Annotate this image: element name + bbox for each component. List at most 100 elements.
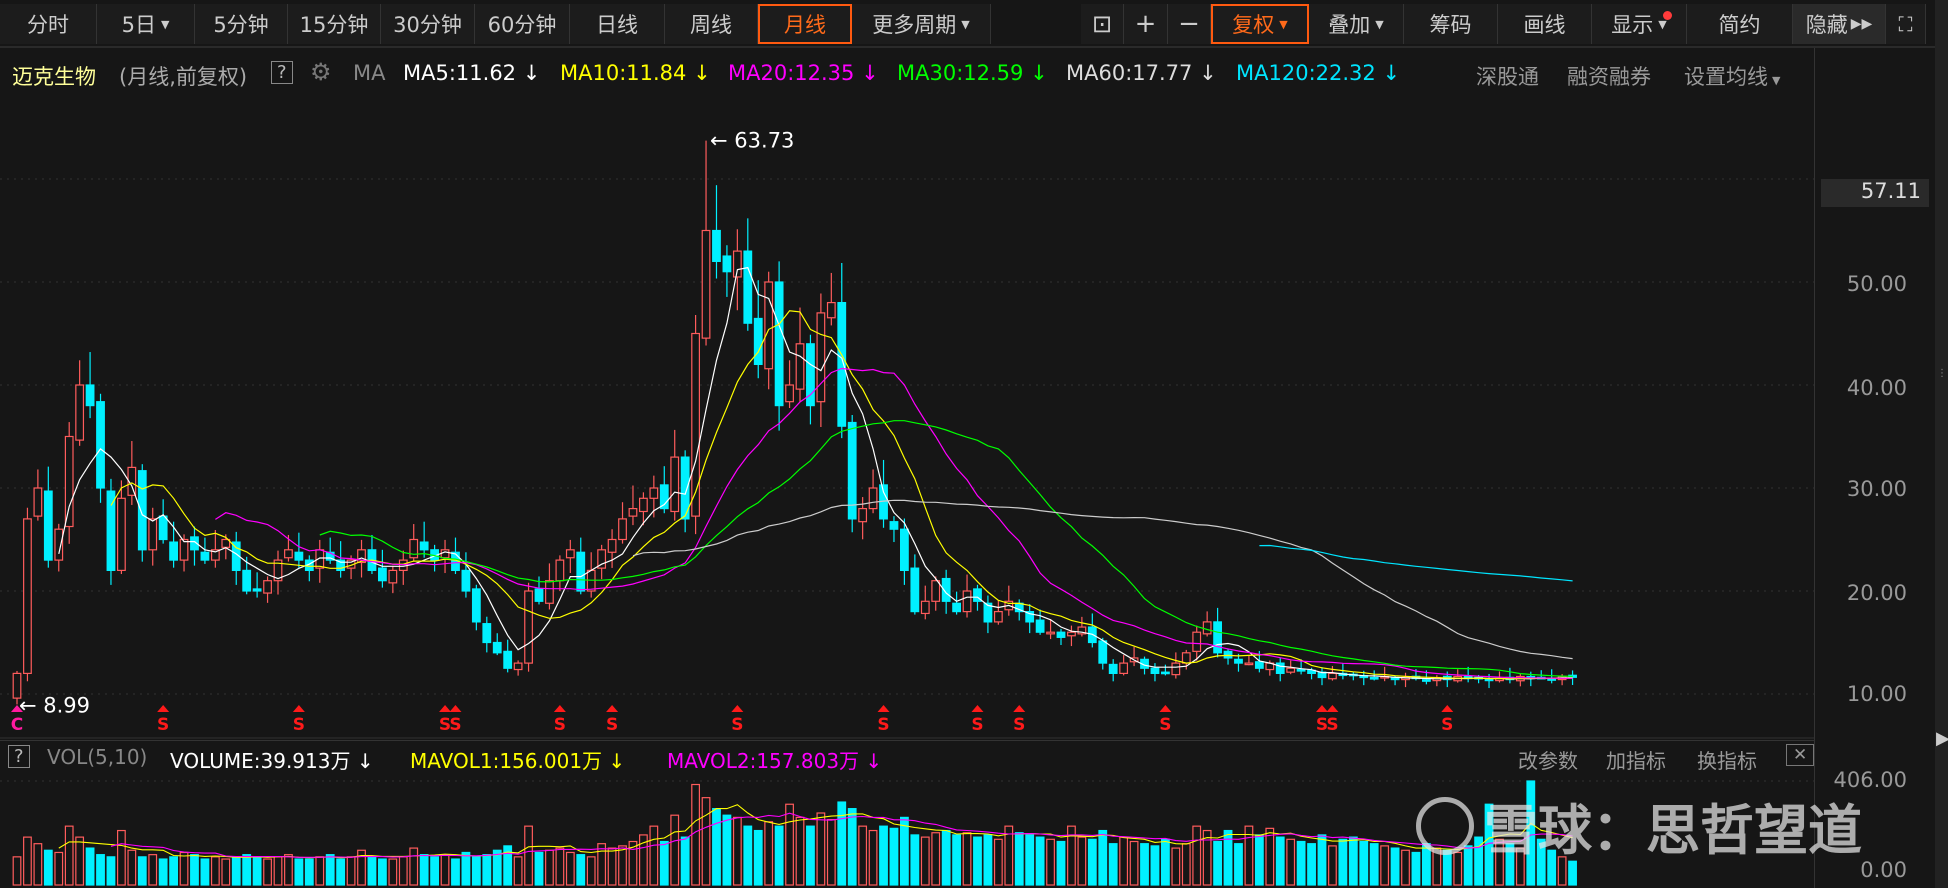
candle-up (962, 590, 972, 613)
candle-down (743, 250, 753, 324)
candle-down (837, 302, 847, 427)
grip-icon[interactable]: ⋮⋮ (1937, 368, 1948, 379)
candle-down (1254, 661, 1264, 669)
volume-bar (451, 858, 460, 886)
candle-up (75, 384, 85, 441)
volume-bar (1254, 834, 1264, 886)
volume-bar (210, 856, 220, 886)
expand-panel-arrow-icon[interactable]: ▶ (1936, 728, 1948, 749)
volume-bar (304, 858, 314, 886)
volume-bar (263, 858, 272, 886)
candle-up (764, 281, 774, 370)
watermark-text: 雪球：思哲望道 (1484, 799, 1862, 862)
volume-bar (722, 814, 732, 886)
volume-bar (732, 816, 742, 886)
volume-bar (774, 825, 784, 886)
volume-bar (607, 847, 617, 886)
volume-bar (273, 856, 283, 886)
volume-bar (294, 858, 304, 886)
candle-down (294, 551, 304, 561)
watermark: 雪球：思哲望道 (1416, 786, 1862, 865)
candle-down (753, 317, 763, 366)
candle-up (618, 518, 627, 541)
candle-down (1275, 662, 1285, 674)
signal-marker-icon (1013, 705, 1026, 712)
candle-down (899, 528, 909, 572)
candle-up (64, 435, 74, 528)
ma120-line (1259, 544, 1573, 582)
volume-bar (1328, 845, 1337, 886)
candle-up (826, 302, 836, 319)
volume-bar (879, 825, 888, 886)
candle-down (722, 255, 732, 273)
signal-marker-icon (439, 705, 452, 712)
signal-marker-label: S (449, 715, 461, 735)
volume-bar (952, 834, 961, 886)
volume-bar (1369, 843, 1379, 886)
volume-tick: 0.00 (1860, 858, 1907, 882)
volume-bar (806, 825, 815, 886)
volume-bar (471, 856, 481, 886)
volume-bar (325, 854, 335, 886)
volume-bar (137, 856, 147, 886)
candle-down (1296, 668, 1306, 672)
close-indicator-button[interactable]: ✕ (1786, 744, 1815, 766)
signal-marker-icon (553, 705, 566, 712)
switch-indicator-button[interactable]: 换指标 (1697, 745, 1757, 774)
candle-up (691, 332, 700, 517)
fullscreen-button[interactable]: ⛶ (1886, 4, 1926, 44)
double-chevron-right-icon: ▶▶ (1850, 16, 1873, 32)
signal-marker-icon (449, 705, 462, 712)
candle-down (242, 569, 252, 592)
volume-bar (378, 858, 387, 886)
candle-down (1421, 679, 1431, 682)
candle-up (920, 600, 930, 615)
volume-bar (284, 854, 293, 886)
candle-up (388, 569, 398, 584)
candle-up (148, 518, 158, 551)
candle-down (419, 541, 429, 551)
volume-bar (691, 783, 700, 886)
volume-bar (1401, 849, 1410, 886)
volume-bar (1014, 832, 1024, 886)
volume-bar (764, 821, 774, 886)
volume-bar (962, 832, 972, 886)
edit-params-button[interactable]: 改参数 (1518, 745, 1578, 774)
volume-bar (1108, 843, 1118, 886)
volume-bar (983, 834, 993, 886)
add-indicator-button[interactable]: 加指标 (1606, 745, 1666, 774)
volume-bar (1359, 840, 1369, 886)
volume-bar (826, 818, 836, 886)
volume-bar (398, 856, 408, 886)
candle-up (33, 487, 43, 517)
candle-up (409, 538, 419, 559)
signal-marker-icon (1441, 705, 1454, 712)
candle-down (252, 588, 262, 592)
candle-up (1181, 652, 1191, 664)
candle-down (774, 281, 784, 407)
signal-marker-label: C (11, 715, 23, 735)
candle-up (1046, 631, 1055, 635)
volume-bar (753, 829, 763, 886)
volume-bar (106, 856, 116, 886)
candle-down (200, 551, 210, 561)
signal-marker-label: S (1326, 715, 1338, 735)
volume-bar (148, 854, 158, 886)
volume-bar (346, 856, 356, 886)
volume-bar (482, 854, 492, 886)
volume-bar (565, 851, 575, 886)
candle-up (816, 312, 826, 403)
side-panel-scrollbar[interactable]: ⋮⋮ ▶ (1935, 0, 1948, 888)
candle-up (638, 497, 648, 513)
volume-bar (858, 825, 868, 886)
candle-down (492, 641, 502, 654)
signal-marker-label: S (971, 715, 983, 735)
volume-bar (127, 849, 137, 886)
candle-down (1108, 663, 1118, 675)
ma5-line (58, 266, 1573, 680)
volume-help-button[interactable]: ? (8, 745, 30, 768)
candle-up (701, 229, 711, 339)
volume-bar (1275, 836, 1285, 886)
volume-bar (169, 856, 179, 886)
candle-down (1547, 678, 1557, 681)
